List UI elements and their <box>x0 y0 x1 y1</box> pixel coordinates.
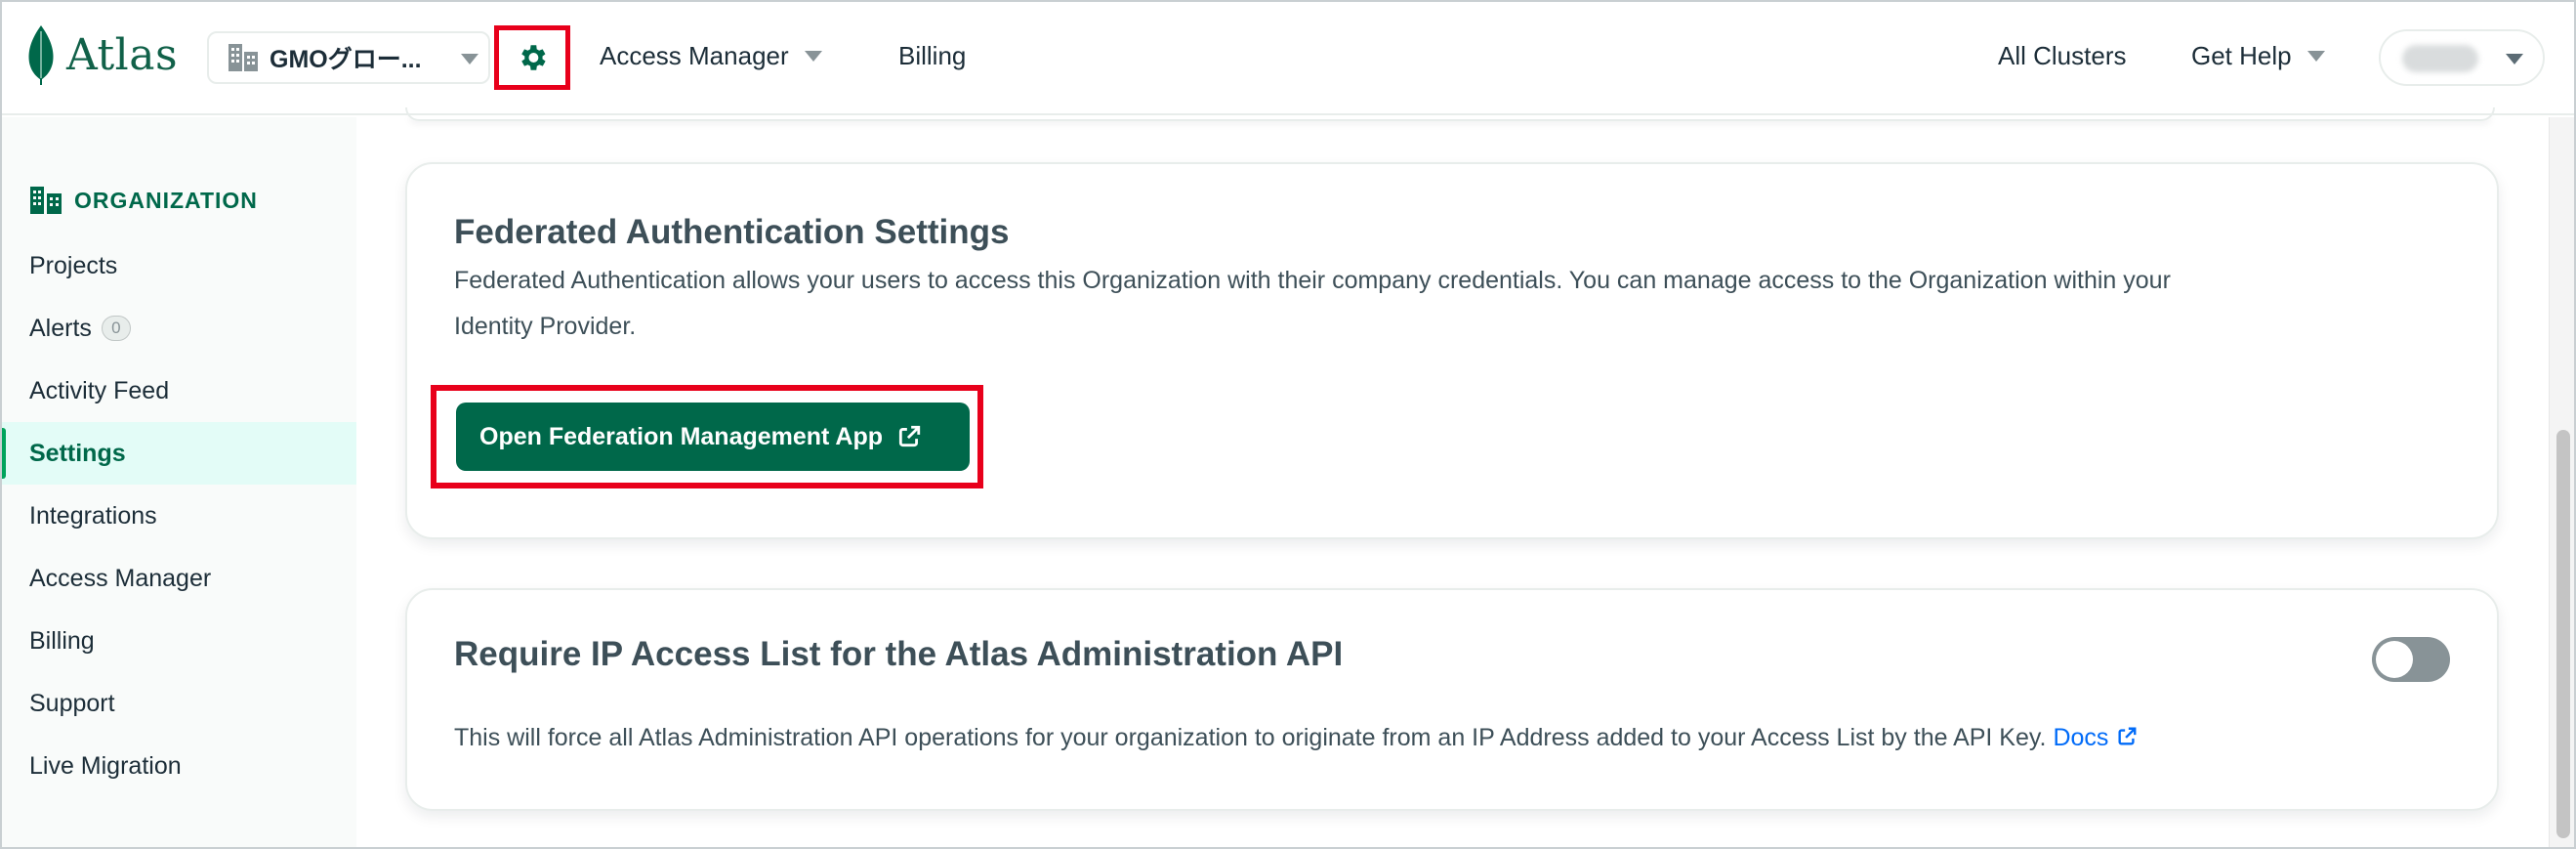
ip-access-list-card: Require IP Access List for the Atlas Adm… <box>405 588 2499 811</box>
federated-auth-description-line: Federated Authentication allows your use… <box>454 267 2171 294</box>
nav-get-help-label: Get Help <box>2191 41 2292 70</box>
federated-auth-description-line: Identity Provider. <box>454 313 637 340</box>
vertical-scrollbar[interactable] <box>2549 117 2576 849</box>
sidebar-item-settings[interactable]: Settings <box>0 422 356 485</box>
sidebar-item-live-migration[interactable]: Live Migration <box>0 735 356 797</box>
sidebar-item-integrations[interactable]: Integrations <box>0 485 356 547</box>
ip-access-list-description: This will force all Atlas Administration… <box>454 715 2138 761</box>
nav-access-manager[interactable]: Access Manager <box>600 41 822 71</box>
federated-auth-card: Federated Authentication Settings Federa… <box>405 162 2499 539</box>
nav-access-manager-label: Access Manager <box>600 41 789 70</box>
toggle-knob <box>2376 641 2413 678</box>
sidebar-item-alerts[interactable]: Alerts 0 <box>0 297 356 360</box>
sidebar-item-label: Live Migration <box>29 751 182 780</box>
external-link-icon <box>2118 727 2137 745</box>
building-icon <box>30 187 62 214</box>
organization-settings-button[interactable] <box>494 25 570 90</box>
open-federation-app-label: Open Federation Management App <box>479 422 884 450</box>
sidebar-item-activity-feed[interactable]: Activity Feed <box>0 360 356 422</box>
logo-text: Atlas <box>66 29 179 80</box>
docs-link[interactable]: Docs <box>2053 724 2138 751</box>
chevron-down-icon <box>461 54 478 64</box>
nav-all-clusters-label: All Clusters <box>1998 41 2127 70</box>
leaf-icon <box>28 25 54 85</box>
sidebar-item-label: Activity Feed <box>29 376 170 404</box>
avatar <box>2402 45 2478 72</box>
sidebar-item-access-manager[interactable]: Access Manager <box>0 547 356 610</box>
organization-name: GMOグロー... <box>270 46 422 73</box>
nav-all-clusters[interactable]: All Clusters <box>1998 41 2126 71</box>
sidebar-item-label: Alerts <box>29 314 92 342</box>
sidebar-item-label: Projects <box>29 251 118 279</box>
sidebar-item-support[interactable]: Support <box>0 672 356 735</box>
sidebar-item-projects[interactable]: Projects <box>0 234 356 297</box>
building-icon <box>229 44 258 71</box>
external-link-icon <box>898 425 921 447</box>
nav-billing[interactable]: Billing <box>898 41 966 71</box>
ip-access-list-description-text: This will force all Atlas Administration… <box>454 724 2054 751</box>
highlight-box: Open Federation Management App <box>431 385 983 488</box>
sidebar-item-label: Billing <box>29 626 95 655</box>
sidebar-heading: ORGANIZATION <box>29 186 258 215</box>
ip-access-list-title: Require IP Access List for the Atlas Adm… <box>454 635 1344 673</box>
organization-selector[interactable]: GMOグロー... <box>207 31 490 84</box>
alerts-count-badge: 0 <box>101 316 131 341</box>
gear-icon <box>521 45 546 70</box>
sidebar-heading-label: ORGANIZATION <box>74 187 258 213</box>
federated-auth-title: Federated Authentication Settings <box>454 213 1010 251</box>
atlas-logo[interactable]: Atlas <box>25 23 178 86</box>
sidebar-item-label: Support <box>29 689 115 717</box>
previous-card-edge <box>405 107 2495 121</box>
top-header: Atlas GMOグロー... Access Manager Billing A… <box>0 0 2576 115</box>
sidebar-item-label: Settings <box>29 439 126 467</box>
federated-auth-description: Federated Authentication allows your use… <box>454 258 2171 350</box>
scrollbar-thumb[interactable] <box>2556 430 2570 838</box>
user-menu[interactable] <box>2379 29 2545 86</box>
nav-get-help[interactable]: Get Help <box>2191 41 2325 71</box>
ip-access-list-toggle[interactable] <box>2372 637 2450 682</box>
open-federation-app-button[interactable]: Open Federation Management App <box>456 403 970 471</box>
sidebar: ORGANIZATION Projects Alerts 0 Activity … <box>0 117 356 849</box>
sidebar-item-billing[interactable]: Billing <box>0 610 356 672</box>
chevron-down-icon <box>804 51 822 62</box>
nav-billing-label: Billing <box>898 41 967 70</box>
docs-link-label: Docs <box>2053 724 2109 751</box>
chevron-down-icon <box>2506 54 2523 64</box>
sidebar-item-label: Access Manager <box>29 564 212 592</box>
sidebar-item-label: Integrations <box>29 501 157 530</box>
chevron-down-icon <box>2306 51 2325 62</box>
